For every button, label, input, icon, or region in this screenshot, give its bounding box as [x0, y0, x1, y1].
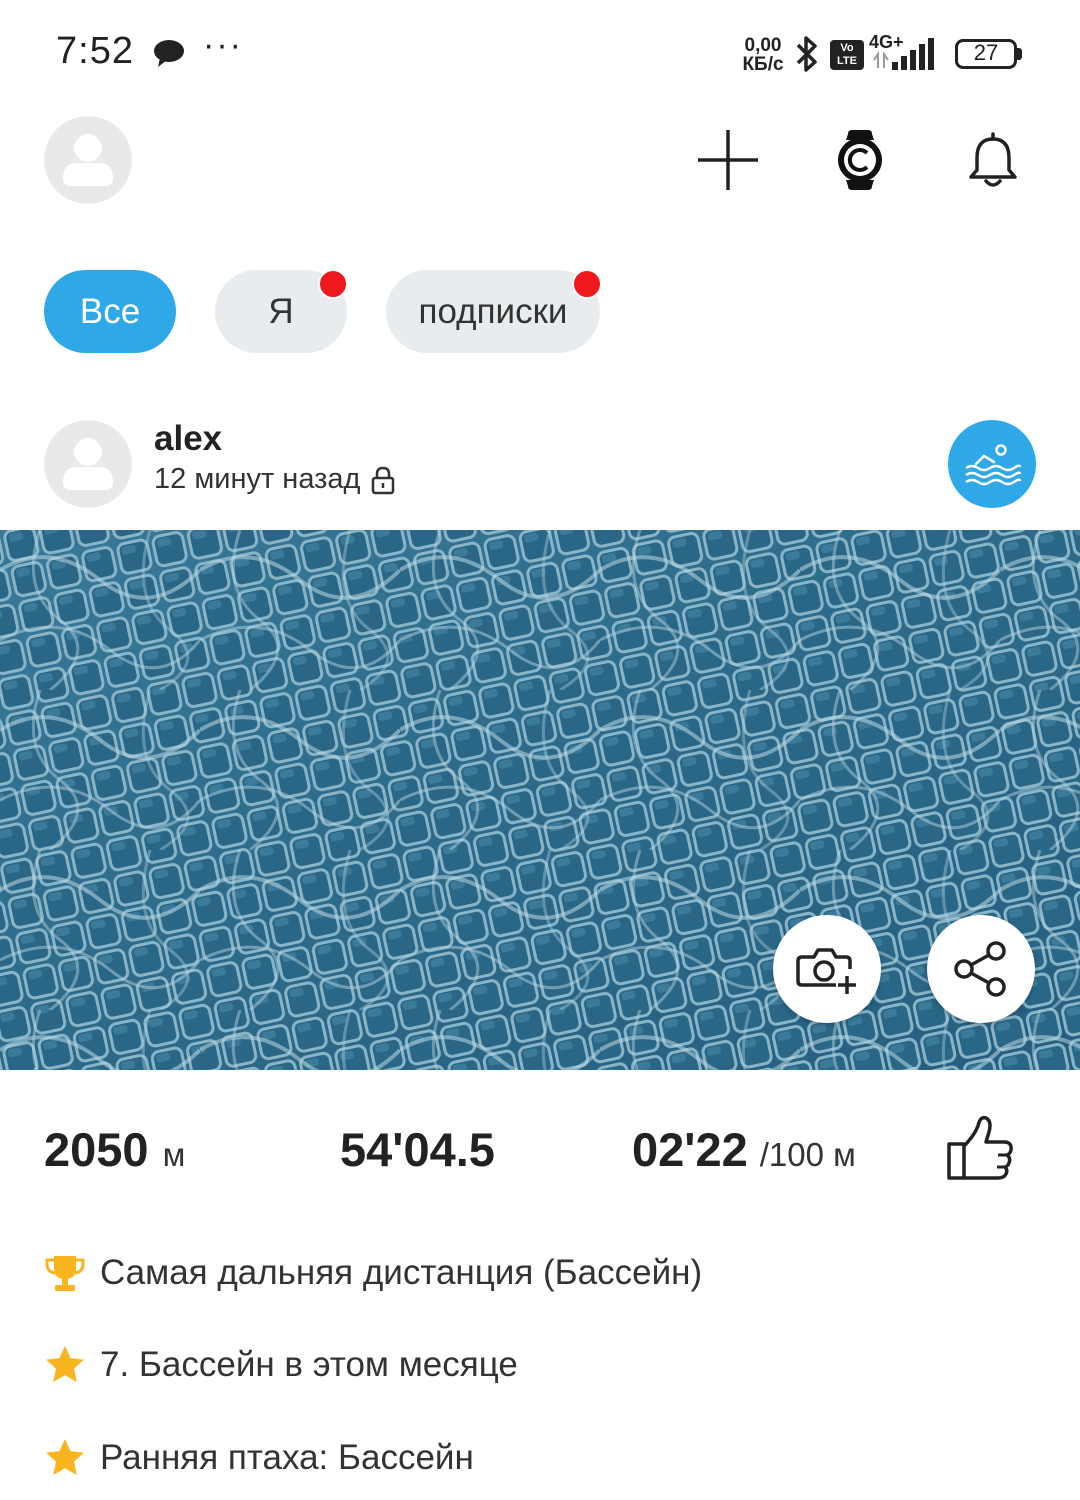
pace-unit: /100 м — [759, 1136, 856, 1173]
post-author-avatar[interactable] — [44, 420, 132, 508]
bluetooth-icon — [796, 36, 817, 72]
star-icon — [46, 1439, 84, 1475]
post-author-name[interactable]: alex — [154, 419, 222, 459]
more-notifications-icon: ··· — [203, 26, 243, 64]
duration-stat: 54'04.5 — [340, 1122, 495, 1177]
signal-icon — [873, 38, 934, 70]
distance-value: 2050 — [44, 1123, 149, 1176]
share-button[interactable] — [927, 915, 1035, 1023]
distance-unit: м — [162, 1136, 186, 1173]
post-time-text: 12 минут назад — [154, 463, 361, 495]
profile-avatar[interactable] — [44, 116, 132, 204]
user-placeholder-icon — [63, 438, 113, 490]
plus-icon — [698, 130, 758, 190]
watch-button[interactable] — [826, 122, 894, 198]
status-time: 7:52 — [56, 30, 134, 72]
trophy-icon — [45, 1256, 85, 1291]
achievement-item: 7. Бассейн в этом месяце — [44, 1344, 518, 1386]
distance-stat: 2050 м — [44, 1122, 185, 1177]
duration-value: 54'04.5 — [340, 1123, 495, 1176]
thumbs-up-icon — [947, 1115, 1013, 1180]
achievement-text: Самая дальняя дистанция (Бассейн) — [100, 1253, 703, 1292]
filter-subscriptions-chip[interactable]: подписки — [386, 270, 600, 353]
star-icon — [46, 1346, 84, 1382]
me-notification-dot — [318, 269, 348, 299]
add-photo-icon — [796, 948, 856, 994]
share-icon — [954, 941, 1006, 997]
notifications-button[interactable] — [958, 122, 1028, 198]
network-speed-unit: КБ/с — [742, 54, 784, 75]
bell-icon — [969, 132, 1017, 187]
add-activity-button[interactable] — [693, 125, 763, 195]
battery-cap — [1017, 48, 1022, 60]
post-timestamp: 12 минут назад — [154, 463, 396, 496]
achievement-item: Ранняя птаха: Бассейн — [44, 1437, 474, 1479]
pace-value: 02'22 — [632, 1123, 748, 1176]
network-speed-value: 0,00 — [744, 35, 782, 56]
network-speed: 0,00 КБ/с — [738, 36, 788, 74]
add-photo-button[interactable] — [773, 915, 881, 1023]
subscriptions-notification-dot — [572, 269, 602, 299]
filter-all-chip[interactable]: Все — [44, 270, 176, 353]
achievement-text: 7. Бассейн в этом месяце — [100, 1345, 518, 1384]
achievement-text: Ранняя птаха: Бассейн — [100, 1438, 474, 1477]
volte-icon: Vo LTE — [830, 40, 864, 70]
lock-icon — [372, 466, 395, 494]
battery-level: 27 — [973, 40, 999, 65]
sport-type-badge — [948, 420, 1036, 508]
pool-water-photo[interactable] — [0, 530, 1080, 1070]
swimming-icon — [965, 444, 1022, 486]
chat-notification-icon — [154, 40, 184, 67]
pace-stat: 02'22 /100 м — [632, 1122, 856, 1177]
pool-water-image — [0, 530, 1080, 1070]
user-placeholder-icon — [63, 134, 113, 186]
watch-icon — [838, 130, 882, 190]
like-button[interactable] — [944, 1112, 1016, 1184]
status-bar: 7:52 ··· 0,00 КБ/с Vo LTE 4G+ 27 — [0, 0, 1080, 105]
achievement-item: Самая дальняя дистанция (Бассейн) — [44, 1252, 702, 1294]
